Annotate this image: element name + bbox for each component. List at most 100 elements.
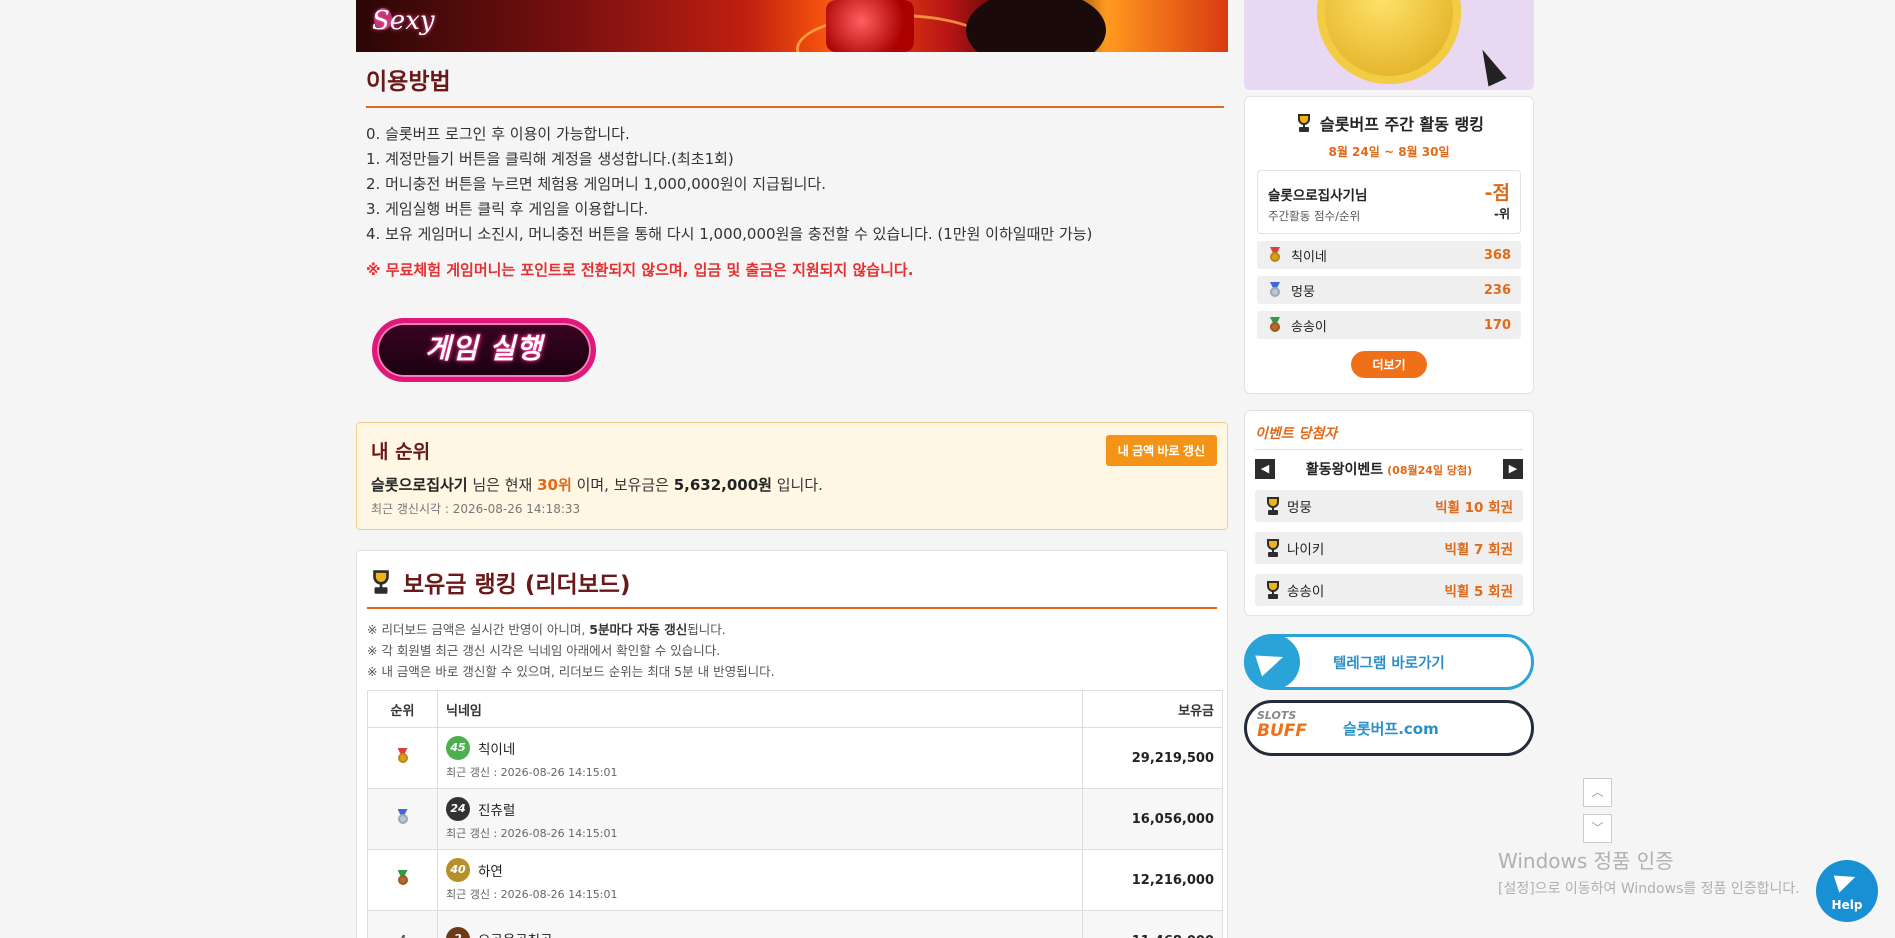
list-item: 나이키 빅휠 7 회권 [1255,532,1523,564]
top-banner[interactable]: Sexy [356,0,1228,52]
slotbuff-link-button[interactable]: SLOTS BUFF 슬롯버프.com [1244,700,1534,756]
event-name: 활동왕이벤트 [1305,462,1384,478]
amount-cell: 11,468,000 [1082,910,1223,938]
my-rank-title: 내 순위 [371,441,431,463]
my-rank-line: 슬롯으로집사기 님은 현재 30위 이며, 보유금은 5,632,000원 입니… [371,474,1213,495]
silver-medal-icon [397,809,409,825]
my-weekly-rank: -위 [1493,207,1510,221]
page: Sexy 이용방법 0. 슬롯버프 로그인 후 이용이 가능합니다. 1. 계정… [0,0,1895,938]
rank-cell: 4 [367,910,438,938]
list-item: 칙이네 368 [1257,241,1521,269]
activation-title: Windows 정품 인증 [1498,849,1674,873]
nickname: 칙이네 [478,742,516,758]
coin-icon [1317,0,1461,84]
warning-text: ※ 무료체험 게임머니는 포인트로 전환되지 않으며, 입금 및 출금은 지원되… [366,261,914,279]
my-rank-value: 30위 [537,476,572,494]
weekly-name: 칙이네 [1291,249,1327,265]
more-button[interactable]: 더보기 [1351,351,1427,378]
weekly-name: 송송이 [1291,319,1327,335]
telegram-label: 텔레그램 바로가기 [1333,655,1445,672]
cursor-icon [1473,45,1507,87]
nick-cell: 2 오공육공칠공 [437,910,1083,938]
banner-figure [966,0,1106,52]
weekly-score: 236 [1483,282,1511,298]
winner-name: 나이키 [1287,542,1325,558]
nick-cell: 40 하연 최근 갱신 : 2026-08-26 14:15:01 [437,849,1083,911]
winner-name: 송송이 [1287,584,1325,600]
howto-step: 2. 머니충전 버튼을 누르면 체험용 게임머니 1,000,000원이 지급됩… [366,175,826,193]
my-rank-text: 님은 현재 [467,476,538,494]
telegram-link-button[interactable]: 텔레그램 바로가기 [1244,634,1534,690]
trophy-icon [1294,113,1314,133]
rank-cell [367,727,438,789]
note-text: 됩니다. [687,622,726,637]
my-nickname: 슬롯으로집사기 [371,476,468,494]
help-label: Help [1831,898,1863,912]
weekly-title-row: 슬롯버프 주간 활동 랭킹 [1257,111,1521,135]
gold-medal-icon [1269,247,1281,263]
scroll-up-button[interactable]: ︿ [1583,778,1612,807]
amount-cell: 12,216,000 [1082,849,1223,911]
howto-step: 4. 보유 게임머니 소진시, 머니충전 버튼을 통해 다시 1,000,000… [366,225,1093,243]
event-nav: ◀ 활동왕이벤트 (08월24일 당첨) ▶ [1255,458,1523,480]
scroll-down-button[interactable]: ﹀ [1583,814,1612,843]
my-weekly-box: 슬롯으로집사기님 주간활동 점수/순위 -점 -위 [1257,170,1521,234]
leaderboard-notes: ※ 리더보드 금액은 실시간 반영이 아니며, 5분마다 자동 갱신됩니다. ※… [367,609,1217,690]
my-amount: 5,632,000원 [673,476,772,494]
leaderboard-note: ※ 리더보드 금액은 실시간 반영이 아니며, 5분마다 자동 갱신됩니다. [367,619,1217,640]
prev-arrow-icon[interactable]: ◀ [1255,459,1275,479]
leaderboard-table: 순위 닉네임 보유금 45 칙이네 최근 갱신 : 2026-08-26 14:1… [367,690,1223,938]
coin-banner[interactable] [1244,0,1534,90]
nickname: 오공육공칠공 [478,929,553,938]
level-badge-icon: 40 [446,858,470,882]
leaderboard-title: 보유금 랭킹 (리더보드) [403,572,631,598]
weekly-period: 8월 24일 ~ 8월 30일 [1328,145,1450,159]
nick-cell: 45 칙이네 최근 갱신 : 2026-08-26 14:15:01 [437,727,1083,789]
col-amount: 보유금 [1082,690,1223,728]
leaderboard-note: ※ 각 회원별 최근 갱신 시각은 닉네임 아래에서 확인할 수 있습니다. [367,643,721,658]
weekly-score: 170 [1483,317,1511,333]
table-row: 45 칙이네 최근 갱신 : 2026-08-26 14:15:01 29,219… [367,727,1223,789]
event-name-row: 활동왕이벤트 (08월24일 당첨) [1275,459,1503,479]
my-rank-panel: 내 순위 내 금액 바로 갱신 슬롯으로집사기 님은 현재 30위 이며, 보유… [356,422,1228,530]
my-weekly-score: -점 [1484,182,1510,204]
updated-time: 최근 갱신 : 2026-08-26 14:15:01 [446,766,618,779]
event-winners-card: 이벤트 당첨자 ◀ 활동왕이벤트 (08월24일 당첨) ▶ 멍뭉 빅휠 10 회… [1244,410,1534,616]
paper-plane-icon [1833,869,1859,893]
nick-cell: 24 진츄럴 최근 갱신 : 2026-08-26 14:15:01 [437,788,1083,850]
next-arrow-icon[interactable]: ▶ [1503,459,1523,479]
leaderboard-panel: 보유금 랭킹 (리더보드) ※ 리더보드 금액은 실시간 반영이 아니며, 5분… [356,550,1228,938]
banner-logo: Sexy [372,6,435,36]
help-button[interactable]: Help [1816,860,1878,922]
game-play-button[interactable]: 게임 실행 [372,318,596,382]
windows-activation-watermark: Windows 정품 인증 [설정]으로 이동하여 Windows를 정품 인증… [1498,845,1800,898]
nickname: 진츄럴 [478,803,516,819]
my-weekly-sub: 주간활동 점수/순위 [1268,209,1361,223]
amount-cell: 29,219,500 [1082,727,1223,789]
gold-medal-icon [397,748,409,764]
updated-time: 최근 갱신 : 2026-08-26 14:15:01 [446,827,618,840]
note-bold: 5분마다 자동 갱신 [589,622,688,637]
howto-step: 0. 슬롯버프 로그인 후 이용이 가능합니다. [366,125,630,143]
table-row: 4 2 오공육공칠공 11,468,000 [367,910,1223,938]
weekly-title: 슬롯버프 주간 활동 랭킹 [1320,115,1484,134]
main-column: Sexy 이용방법 0. 슬롯버프 로그인 후 이용이 가능합니다. 1. 계정… [356,0,1228,938]
winner-prize: 빅휠 5 회권 [1444,584,1513,600]
howto-title: 이용방법 [366,52,1224,108]
refresh-my-amount-button[interactable]: 내 금액 바로 갱신 [1105,435,1217,466]
trophy-icon [1263,538,1283,558]
sidebar: 슬롯버프 주간 활동 랭킹 8월 24일 ~ 8월 30일 슬롯으로집사기님 주… [1244,0,1534,756]
list-item: 멍뭉 236 [1257,276,1521,304]
table-row: 40 하연 최근 갱신 : 2026-08-26 14:15:01 12,216,… [367,849,1223,911]
updated-time: 최근 갱신 : 2026-08-26 14:15:01 [446,888,618,901]
silver-medal-icon [1269,282,1281,298]
banner-dice [826,0,914,52]
event-date: (08월24일 당첨) [1387,464,1473,477]
leaderboard-note: ※ 내 금액은 바로 갱신할 수 있으며, 리더보드 순위는 최대 5분 내 반… [367,664,775,679]
weekly-name: 멍뭉 [1291,284,1315,300]
table-row: 24 진츄럴 최근 갱신 : 2026-08-26 14:15:01 16,056… [367,788,1223,850]
level-badge-icon: 24 [446,797,470,821]
col-nick: 닉네임 [437,690,1083,728]
slotbuff-logo-bottom: BUFF [1257,721,1307,741]
howto-steps: 0. 슬롯버프 로그인 후 이용이 가능합니다. 1. 계정만들기 버튼을 클릭… [356,108,1228,247]
